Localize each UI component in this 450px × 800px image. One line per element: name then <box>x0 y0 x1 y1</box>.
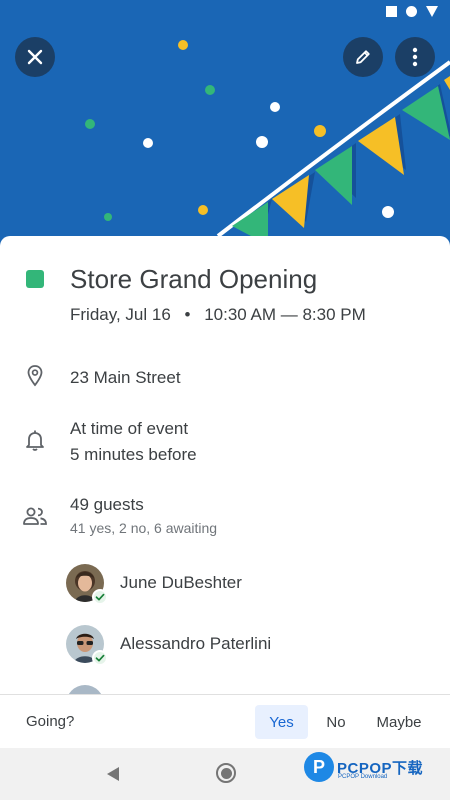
datetime-separator: • <box>184 305 191 324</box>
watermark: P PCPOP下载 PCPOP Download <box>304 752 423 782</box>
event-time: 10:30 AM — 8:30 PM <box>204 305 366 324</box>
event-date: Friday, Jul 16 <box>70 305 171 324</box>
notification-icon <box>386 6 397 17</box>
event-header-banner <box>0 0 450 250</box>
wifi-icon <box>426 6 438 17</box>
accepted-check-icon <box>92 650 108 666</box>
guest-item[interactable]: June DuBeshter <box>66 564 242 605</box>
more-vert-icon <box>412 47 418 67</box>
pencil-icon <box>356 50 370 64</box>
location-pin-icon <box>22 363 48 389</box>
close-button[interactable] <box>15 37 55 77</box>
rsvp-bar: Going? Yes No Maybe <box>0 694 450 748</box>
avatar <box>66 564 108 605</box>
guest-name: June DuBeshter <box>120 573 242 592</box>
reminder-2: 5 minutes before <box>70 445 197 464</box>
status-bar <box>386 6 438 17</box>
edit-button[interactable] <box>343 37 383 77</box>
event-color-indicator <box>26 270 44 288</box>
watermark-subtext: PCPOP Download <box>338 774 388 780</box>
bell-icon <box>22 427 48 453</box>
watermark-logo: P <box>304 752 334 782</box>
event-datetime: Friday, Jul 16 • 10:30 AM — 8:30 PM <box>70 305 366 325</box>
guests-summary: 41 yes, 2 no, 6 awaiting <box>70 520 218 536</box>
event-location[interactable]: 23 Main Street <box>70 368 181 388</box>
celebration-illustration <box>85 40 450 245</box>
reminder-1: At time of event <box>70 419 189 438</box>
avatar <box>66 625 108 666</box>
rsvp-no-button[interactable]: No <box>318 705 354 739</box>
rsvp-maybe-button[interactable]: Maybe <box>366 705 432 739</box>
event-title: Store Grand Opening <box>70 264 318 294</box>
guest-name: Alessandro Paterlini <box>120 634 272 653</box>
more-options-button[interactable] <box>395 37 435 77</box>
rsvp-yes-button[interactable]: Yes <box>255 705 308 739</box>
back-icon[interactable] <box>107 767 119 781</box>
people-icon <box>22 503 48 529</box>
guest-item[interactable]: Alessandro Paterlini <box>66 625 272 666</box>
close-icon <box>27 49 43 65</box>
guests-count[interactable]: 49 guests <box>70 495 144 515</box>
rsvp-prompt: Going? <box>26 713 75 730</box>
signal-icon <box>406 6 417 17</box>
accepted-check-icon <box>92 589 108 605</box>
home-icon[interactable] <box>216 763 236 783</box>
